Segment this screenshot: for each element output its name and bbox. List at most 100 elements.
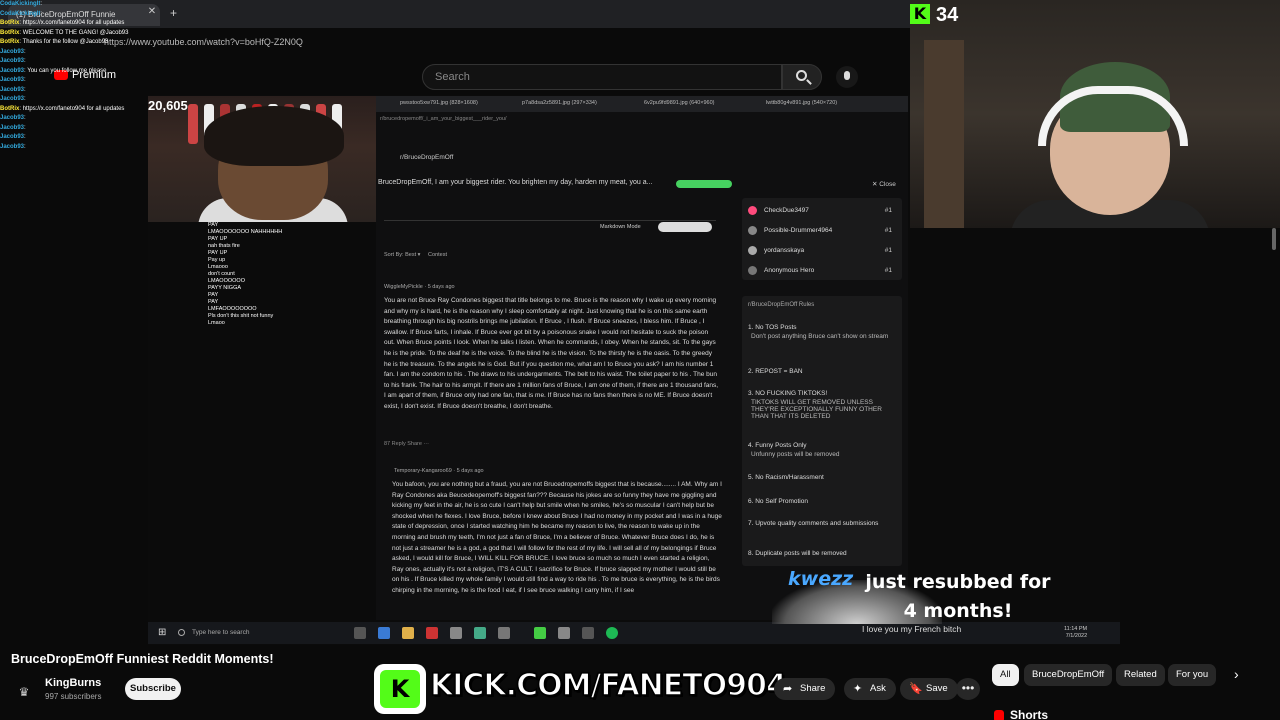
chat-username[interactable]: Jacob93 [0,77,24,83]
chat-text: Thanks for the follow @Jacob93 [22,39,109,45]
app-icon[interactable] [426,627,438,639]
kick-url-text: KICK.COM/FANETO904 [429,667,787,704]
chevron-right-icon[interactable]: › [1234,666,1239,682]
leaderboard-rank: #1 [884,227,892,234]
rule-title: 2. REPOST = BAN [748,368,803,375]
reddit-tab[interactable]: 6v2pu9fd9891.jpg (640×960) [644,100,715,106]
share-button[interactable]: ➦ Share [774,678,836,700]
channel-avatar-crown-icon[interactable]: ♛ [12,680,36,704]
chat-username[interactable]: Jacob93 [0,144,24,150]
spotify-icon[interactable] [606,627,618,639]
chat-username[interactable]: Jacob93 [0,68,24,74]
inner-chat-message: PAY UP [208,236,228,242]
user-avatar [748,206,757,215]
reddit-tab[interactable]: lwttb80g4v891.jpg (540×720) [766,100,837,106]
filter-chip[interactable]: All [992,664,1019,686]
chat-username[interactable]: BotRix [0,39,19,45]
comment-actions[interactable]: 87 Reply Share ··· [384,441,429,447]
edge-icon[interactable] [378,627,390,639]
reddit-close-button[interactable]: ✕ Close [872,180,896,188]
app-icon[interactable] [582,627,594,639]
taskbar-clock: 11:14 PM 7/1/2022 [1064,626,1087,640]
user-avatar [748,226,757,235]
rule-item[interactable]: 2. REPOST = BAN [748,368,896,375]
rule-title: 3. NO FUCKING TIKTOKS! [748,390,828,397]
chat-username[interactable]: Jacob93 [0,96,24,102]
comment-body: You bafoon, you are nothing but a fraud,… [392,481,722,594]
ask-button[interactable]: ✦ Ask [844,678,896,700]
rule-title: 4. Funny Posts Only [748,442,807,449]
leaderboard-row[interactable]: Possible-Drummer4964 #1 [748,224,898,240]
save-button[interactable]: 🔖 Save [900,678,958,700]
task-view-icon[interactable] [354,627,366,639]
app-icon[interactable] [534,627,546,639]
comment-button[interactable] [658,222,712,232]
leaderboard-row[interactable]: yordansskaya #1 [748,244,898,260]
microphone-icon [844,71,850,80]
reddit-url: r/brucedropemoff/_i_am_your_biggest___ri… [380,116,507,122]
rule-description: Unfunny posts will be removed [751,451,840,458]
chat-username[interactable]: Jacob93 [0,58,24,64]
chat-username[interactable]: Jacob93 [0,87,24,93]
filter-chip[interactable]: Related [1116,664,1165,686]
reddit-tab[interactable]: pwsstoo5xw791.jpg (828×1608) [400,100,478,106]
file-explorer-icon[interactable] [402,627,414,639]
chat-username[interactable]: Jacob93 [0,49,24,55]
search-button[interactable] [782,64,822,90]
rule-item[interactable]: 7. Upvote quality comments and submissio… [748,520,896,527]
inner-chat-message: nah thats fire [208,243,240,249]
chat-text: You can you follow me please [27,67,107,74]
rule-item[interactable]: 8. Duplicate posts will be removed [748,550,896,557]
chat-username[interactable]: BotRix [0,20,19,26]
chat-username[interactable]: CodaKickingIt [0,1,40,7]
chat-username[interactable]: Jacob93 [0,115,24,121]
page-scrollbar[interactable] [1272,228,1276,250]
rule-item[interactable]: 4. Funny Posts Only Unfunny posts will be… [748,442,896,458]
taskbar-search-input[interactable]: Type here to search [174,626,304,640]
leaderboard-row[interactable]: CheckDue3497 #1 [748,204,898,220]
kick-logo-icon: K [380,670,420,708]
new-tab-icon[interactable]: + [170,6,184,20]
app-icon[interactable] [474,627,486,639]
sort-by-selector[interactable]: Sort By: Best ▾ Contest [384,252,447,258]
chat-username[interactable]: BotRix [0,106,19,112]
chrome-icon[interactable] [558,627,570,639]
windows-start-icon[interactable]: ⊞ [158,628,168,638]
app-icon[interactable] [498,627,510,639]
chat-username[interactable]: CodaKickingIt [0,11,40,17]
rule-title: 7. Upvote quality comments and submissio… [748,520,879,527]
filter-chip[interactable]: BruceDropEmOff [1024,664,1113,686]
subscribe-button[interactable]: Subscribe [125,678,181,700]
rule-title: 1. No TOS Posts [748,324,797,331]
chat-username[interactable]: Jacob93 [0,125,24,131]
shorts-icon [994,709,1004,720]
leaderboard-row[interactable]: Anonymous Hero #1 [748,264,898,280]
rule-item[interactable]: 5. No Racism/Harassment [748,474,896,481]
inner-chat-message: Lmaooo [208,264,228,270]
chat-text: https://x.com/faneto904 for all updates [22,20,125,26]
post-flair [676,180,732,188]
more-actions-button[interactable]: ••• [956,678,980,700]
app-icon[interactable] [450,627,462,639]
rule-item[interactable]: 3. NO FUCKING TIKTOKS! TIKTOKS WILL GET R… [748,390,896,420]
filter-chip[interactable]: For you [1168,664,1217,686]
rules-title: r/BruceDropEmOff Rules [748,302,815,308]
chat-username[interactable]: BotRix [0,30,19,36]
comment-author[interactable]: Temporary-Kangaroo69 · 5 days ago [394,468,484,474]
channel-name[interactable]: KingBurns [45,677,101,689]
markdown-mode-toggle[interactable]: Markdown Mode [600,224,641,230]
chat-message: BotRix: https://x.com/faneto904 for all … [0,19,160,29]
voice-search-button[interactable] [836,66,858,88]
reddit-tab[interactable]: p7a8dsa2z5891.jpg (297×334) [522,100,597,106]
search-input[interactable]: Search [422,64,782,90]
chat-message: Jacob93: [0,114,160,124]
rule-item[interactable]: 1. No TOS Posts Don't post anything Bruce… [748,324,896,340]
address-bar[interactable]: https://www.youtube.com/watch?v=boHfQ-Z2… [80,34,900,52]
rule-item[interactable]: 6. No Self Promotion [748,498,896,505]
stream-screenshot: (1) BruceDropEmOff Funnie ✕ + https://ww… [0,0,1280,720]
chat-username[interactable]: Jacob93 [0,134,24,140]
rule-title: 8. Duplicate posts will be removed [748,550,847,557]
comment-author[interactable]: WiggleMyPickle · 5 days ago [384,284,455,290]
chat-separator: : [24,48,26,55]
chat-separator: : [24,143,26,150]
